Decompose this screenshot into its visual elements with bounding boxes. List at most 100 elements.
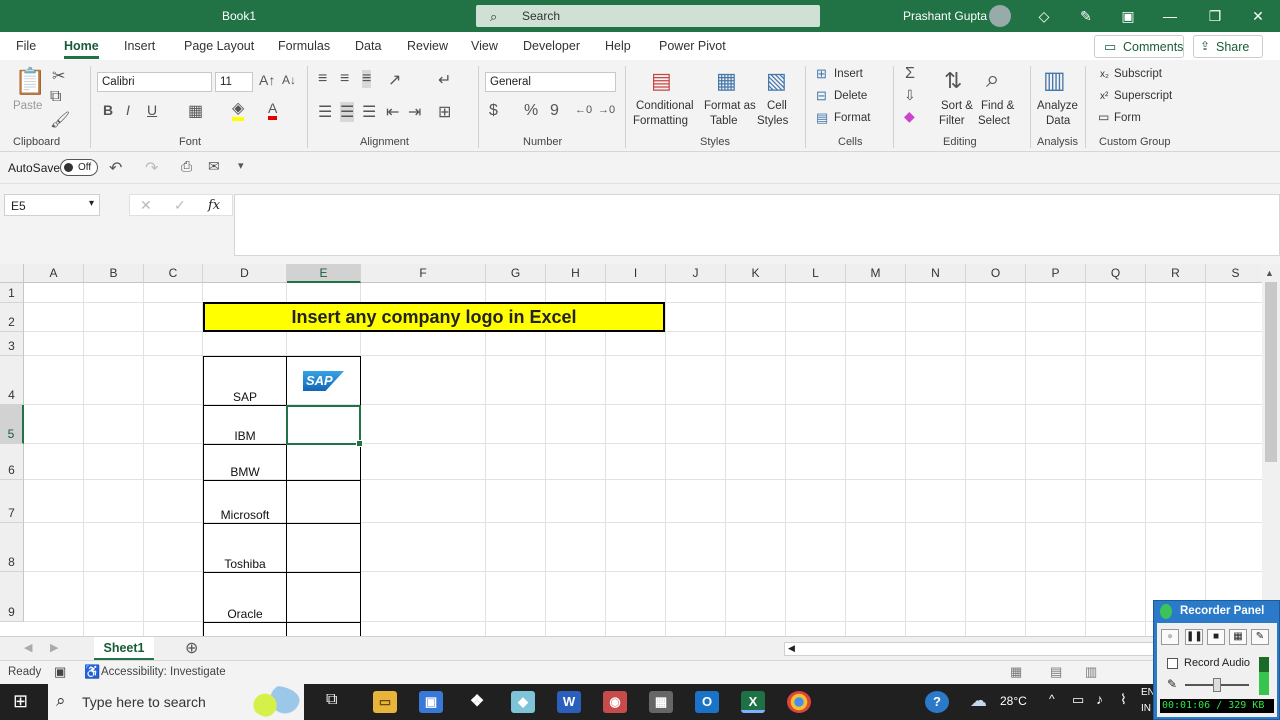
task-view-icon[interactable]: ⧉ — [326, 691, 337, 709]
align-top-icon[interactable]: ≡ — [318, 70, 327, 88]
bold-icon[interactable]: B — [103, 102, 113, 118]
menu-data[interactable]: Data — [355, 39, 381, 53]
form-icon[interactable]: ▭ — [1098, 111, 1109, 124]
pause-icon[interactable]: ❚❚ — [1185, 629, 1203, 645]
format-as-label-2[interactable]: Table — [710, 115, 738, 128]
sort-label-2[interactable]: Filter — [939, 115, 965, 128]
align-bottom-icon[interactable]: ≡ — [362, 70, 372, 88]
italic-icon[interactable]: I — [126, 102, 130, 118]
calculator-icon[interactable]: ▦ — [649, 691, 673, 713]
menu-review[interactable]: Review — [407, 39, 448, 53]
help-icon[interactable]: ? — [925, 691, 949, 713]
normal-view-icon[interactable]: ▦ — [1010, 664, 1022, 680]
underline-icon[interactable]: U — [147, 102, 157, 118]
decrease-font-icon[interactable]: A↓ — [282, 73, 296, 87]
search-box[interactable]: ⌕ Search — [476, 5, 820, 27]
company-cell-toshiba[interactable]: Toshiba — [204, 557, 286, 571]
column-header-g[interactable]: G — [486, 264, 546, 283]
merge-center-icon[interactable]: ⊞ — [438, 102, 451, 122]
align-middle-icon[interactable]: ≡ — [340, 70, 349, 88]
scroll-up-icon[interactable]: ▲ — [1265, 268, 1274, 278]
row-header-2[interactable]: 2 — [0, 303, 24, 332]
language-in[interactable]: IN — [1141, 703, 1151, 714]
format-cells-icon[interactable]: ▤ — [816, 110, 828, 126]
notes-icon[interactable]: ◆ — [511, 691, 535, 713]
menu-page-layout[interactable]: Page Layout — [184, 39, 254, 53]
align-center-icon[interactable]: ☰ — [340, 102, 355, 122]
record-audio-checkbox[interactable] — [1167, 658, 1178, 669]
find-label-2[interactable]: Select — [978, 115, 1010, 128]
insert-function-icon[interactable]: fx — [208, 198, 220, 213]
taskbar-search[interactable]: ⌕ Type here to search — [48, 684, 304, 720]
form-label[interactable]: Form — [1114, 112, 1141, 125]
column-header-k[interactable]: K — [726, 264, 786, 283]
customize-qat-icon[interactable]: ▾ — [238, 159, 244, 172]
accessibility-status[interactable]: Accessibility: Investigate — [101, 666, 226, 678]
font-size-dropdown[interactable]: 11 — [215, 72, 253, 92]
menu-insert[interactable]: Insert — [124, 39, 155, 53]
delete-cells-icon[interactable]: ⊟ — [816, 88, 827, 104]
insert-cells-label[interactable]: Insert — [834, 68, 863, 81]
decrease-decimal-icon[interactable]: →0 — [598, 104, 615, 116]
sheet-tab-sheet1[interactable]: Sheet1 — [94, 637, 154, 661]
menu-developer[interactable]: Developer — [523, 39, 580, 53]
recorder-panel[interactable]: Recorder Panel ● ❚❚ ■ ▦ ✎ Record Audio ✎… — [1153, 600, 1280, 720]
close-icon[interactable]: ✕ — [1246, 4, 1270, 28]
cancel-icon[interactable]: ✕ — [140, 197, 152, 214]
column-header-s[interactable]: S — [1206, 264, 1262, 283]
column-header-i[interactable]: I — [606, 264, 666, 283]
undo-icon[interactable]: ↶ — [109, 158, 122, 178]
conditional-label-2[interactable]: Formatting — [633, 115, 688, 128]
increase-font-icon[interactable]: A↑ — [259, 72, 275, 88]
menu-view[interactable]: View — [471, 39, 498, 53]
superscript-icon[interactable]: x² — [1100, 90, 1108, 103]
autosum-icon[interactable]: Σ — [905, 65, 915, 83]
column-header-a[interactable]: A — [24, 264, 84, 283]
dropbox-icon[interactable]: ❖ — [465, 691, 489, 713]
outlook-icon[interactable]: O — [695, 691, 719, 713]
analyze-data-icon[interactable]: ▥ — [1043, 66, 1066, 95]
select-all-corner[interactable] — [0, 264, 24, 283]
accessibility-icon[interactable]: ♿ — [84, 664, 100, 680]
email-icon[interactable]: ✉ — [208, 158, 220, 175]
menu-power-pivot[interactable]: Power Pivot — [659, 39, 726, 53]
row-header-4[interactable]: 4 — [0, 356, 24, 405]
row-header-6[interactable]: 6 — [0, 444, 24, 480]
sort-filter-icon[interactable]: ⇅ — [944, 68, 962, 94]
fill-icon[interactable]: ⇩ — [904, 87, 916, 104]
store-icon[interactable]: ▣ — [419, 691, 443, 713]
increase-decimal-icon[interactable]: ←0 — [575, 104, 592, 116]
windows-start-icon[interactable]: ⊞ — [13, 691, 28, 712]
menu-formulas[interactable]: Formulas — [278, 39, 330, 53]
decrease-indent-icon[interactable]: ⇤ — [386, 102, 399, 122]
wifi-icon[interactable]: ⌇ — [1120, 691, 1127, 708]
avatar[interactable] — [989, 5, 1011, 27]
align-right-icon[interactable]: ☰ — [362, 102, 376, 122]
weather-icon[interactable]: ☁ — [970, 691, 987, 711]
cut-icon[interactable]: ✂ — [52, 66, 65, 86]
company-cell-bmw[interactable]: BMW — [204, 465, 286, 479]
column-header-o[interactable]: O — [966, 264, 1026, 283]
row-header-7[interactable]: 7 — [0, 480, 24, 523]
temperature[interactable]: 28°C — [1000, 694, 1027, 708]
file-explorer-icon[interactable]: ▭ — [373, 691, 397, 713]
speaker-icon[interactable]: ♪ — [1096, 691, 1103, 707]
column-header-h[interactable]: H — [546, 264, 606, 283]
column-header-c[interactable]: C — [144, 264, 203, 283]
row-header-1[interactable]: 1 — [0, 283, 24, 303]
menu-home[interactable]: Home — [64, 39, 99, 59]
macro-record-icon[interactable]: ▣ — [54, 664, 66, 680]
maximize-icon[interactable]: ❐ — [1203, 4, 1227, 28]
enter-icon[interactable]: ✓ — [174, 197, 186, 214]
column-header-e[interactable]: E — [287, 264, 361, 283]
microphone-icon[interactable]: ✎ — [1167, 677, 1177, 691]
analyze-label-1[interactable]: Analyze — [1037, 100, 1078, 113]
scroll-thumb[interactable] — [1265, 282, 1277, 462]
format-as-label-1[interactable]: Format as — [704, 100, 756, 113]
fill-color-icon[interactable]: ◈ — [232, 101, 245, 121]
column-header-q[interactable]: Q — [1086, 264, 1146, 283]
copy-icon[interactable]: ⧉ — [50, 88, 61, 106]
add-sheet-icon[interactable]: ⊕ — [185, 638, 198, 658]
column-header-j[interactable]: J — [666, 264, 726, 283]
word-icon[interactable]: W — [557, 691, 581, 713]
